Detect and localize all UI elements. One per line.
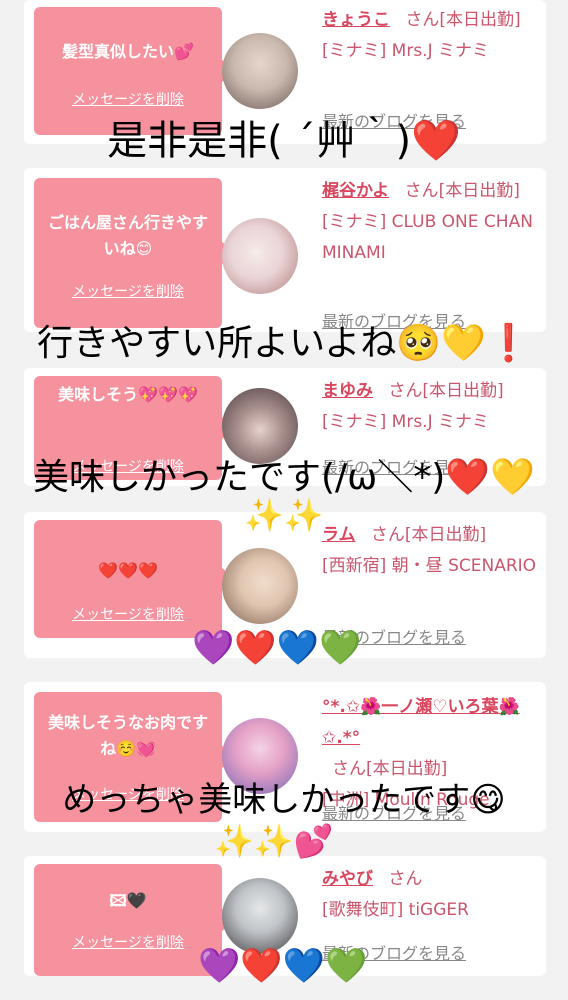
cast-name-link[interactable]: 梶谷かよ [322,181,389,201]
cast-info: まゆみ さん[本日出勤] [ミナミ] Mrs.J ミナミ [322,376,537,438]
message-text: ❤️❤️❤️ [98,561,158,580]
avatar[interactable] [222,218,298,294]
message-text: 🖾🖤 [109,891,147,910]
shop-text: [西新宿] 朝・昼 SCENARIO [322,556,537,576]
sparkles-decoration: ✨✨ [244,496,324,534]
status-text: [本日出勤] [404,525,487,545]
san-suffix: さん [370,525,405,545]
delete-message-link[interactable]: メッセージを削除 [34,604,222,624]
overlay-caption: めっちゃ美味しかったです😋 [62,780,506,820]
status-text: [本日出勤] [422,381,504,401]
sparkles-decoration: ✨✨💕 [214,822,334,860]
avatar[interactable] [222,878,298,954]
cast-name-link[interactable]: みやび [322,869,373,889]
delete-message-link[interactable]: メッセージを削除 [34,932,222,952]
status-text: [本日出勤] [438,181,520,201]
hearts-decoration: 💜❤️💙💚 [192,628,362,668]
overlay-caption: 美味しかったです(/ω＼*)❤️💛 [32,457,535,498]
shop-text: [ミナミ] Mrs.J ミナミ [322,412,490,432]
delete-message-link[interactable]: メッセージを削除 [34,89,222,109]
overlay-caption: 行きやすい所よいよね🥺💛❗ [37,323,531,364]
hearts-decoration: 💜❤️💙💚 [198,946,368,986]
status-text: [本日出勤] [439,10,521,30]
message-text: ごはん屋さん行きやすいね😊 [47,213,208,258]
message-bubble: ごはん屋さん行きやすいね😊 メッセージを削除 [34,178,235,328]
overlay-caption: 是非是非( ´艸｀)❤️ [107,118,461,164]
message-text: 美味しそう💖💖💖 [58,385,198,404]
shop-text: [ミナミ] CLUB ONE CHAN MINAMI [322,212,533,263]
message-text: 美味しそうなお肉ですね☺️💓 [47,713,208,758]
message-text: 髪型真似したい💕 [62,42,194,61]
cast-info: みやび さん [歌舞伎町] tiGGER [322,864,537,926]
avatar[interactable] [222,33,298,109]
cast-name-link[interactable]: °*.✩🌺一ノ瀬♡いろ葉🌺✩.*° [322,697,520,748]
message-bubble: 🖾🖤 メッセージを削除 [34,864,235,976]
san-suffix: さん [388,381,423,401]
cast-info: ラム さん[本日出勤] [西新宿] 朝・昼 SCENARIO [322,520,537,582]
cast-name-link[interactable]: ラム [322,525,356,545]
message-card: ごはん屋さん行きやすいね😊 メッセージを削除 梶谷かよ さん[本日出勤] [ミナ… [24,168,546,332]
cast-name-link[interactable]: きょうこ [322,10,390,30]
san-suffix: さん [405,10,440,30]
shop-text: [歌舞伎町] tiGGER [322,900,469,920]
delete-message-link[interactable]: メッセージを削除 [34,281,222,301]
san-suffix: さん [388,869,423,889]
cast-name-link[interactable]: まゆみ [322,381,373,401]
san-suffix: さん [404,181,439,201]
cast-info: 梶谷かよ さん[本日出勤] [ミナミ] CLUB ONE CHAN MINAMI [322,176,537,269]
message-bubble: ❤️❤️❤️ メッセージを削除 [34,520,235,638]
shop-text: [ミナミ] Mrs.J ミナミ [322,41,490,61]
avatar[interactable] [222,548,298,624]
cast-info: きょうこ さん[本日出勤] [ミナミ] Mrs.J ミナミ [322,5,537,67]
